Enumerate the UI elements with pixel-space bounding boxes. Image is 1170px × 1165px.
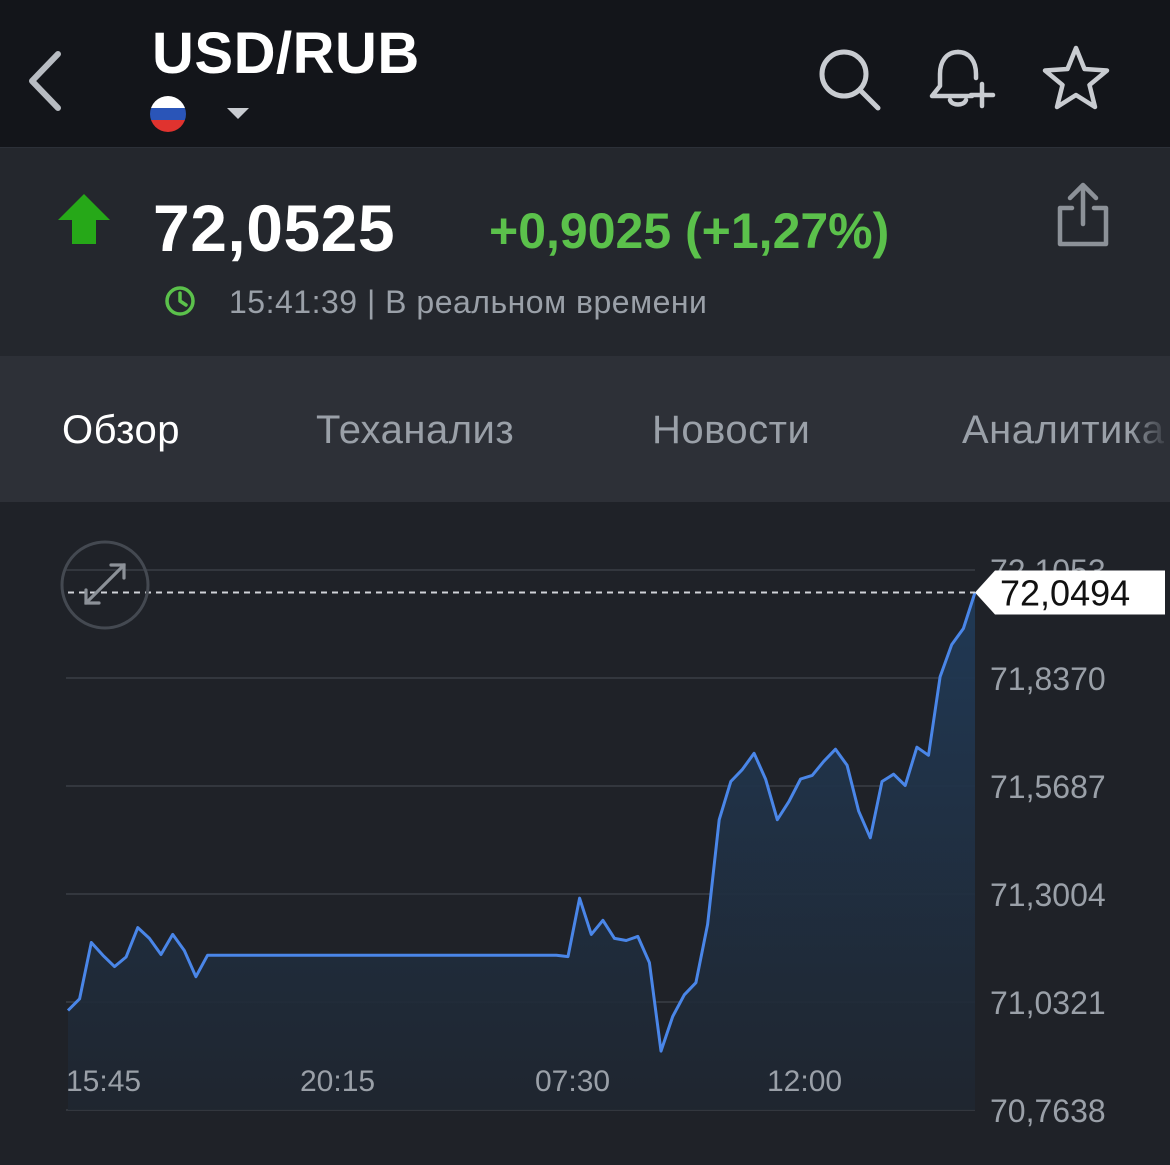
page-title: USD/RUB [152, 21, 420, 86]
clock-icon [165, 286, 195, 316]
tab-fade-overlay [1130, 356, 1170, 502]
star-icon[interactable] [1040, 42, 1112, 114]
back-icon[interactable] [22, 46, 74, 116]
current-price: 72,0525 [153, 191, 396, 265]
app-header: USD/RUB [0, 0, 1170, 148]
price-change: +0,9025 (+1,27%) [489, 203, 890, 259]
arrow-up-icon [58, 194, 110, 244]
x-tick-label: 12:00 [767, 1065, 842, 1098]
chart-canvas: 72,105371,837071,568771,300471,032170,76… [60, 540, 1165, 1129]
quote-panel: 72,0525 +0,9025 (+1,27%) 15:41:39 | В ре… [0, 148, 1170, 356]
y-tick-label: 71,8370 [990, 661, 1106, 697]
bell-plus-icon[interactable] [924, 42, 996, 114]
y-tick-label: 71,3004 [990, 877, 1106, 913]
chart-area-fill [68, 592, 975, 1110]
share-icon[interactable] [1050, 178, 1116, 250]
tab-news[interactable]: Новости [652, 408, 810, 453]
chevron-down-icon[interactable] [225, 106, 251, 120]
price-chart[interactable]: 72,105371,837071,568771,300471,032170,76… [0, 502, 1170, 1165]
x-tick-label: 07:30 [535, 1065, 610, 1098]
current-price-label: 72,0494 [1000, 573, 1130, 614]
tab-technical-analysis[interactable]: Теханализ [316, 408, 514, 453]
quote-timestamp: 15:41:39 | В реальном времени [229, 284, 708, 320]
search-icon[interactable] [812, 42, 884, 114]
y-tick-label: 71,0321 [990, 985, 1106, 1021]
x-tick-label: 15:45 [66, 1065, 141, 1098]
tab-overview[interactable]: Обзор [62, 408, 180, 453]
russia-flag-icon [150, 96, 186, 132]
x-tick-label: 20:15 [300, 1065, 375, 1098]
tab-bar: Обзор Теханализ Новости Аналитика [0, 356, 1170, 502]
y-tick-label: 71,5687 [990, 769, 1106, 805]
expand-chart-button[interactable] [60, 540, 150, 630]
y-tick-label: 70,7638 [990, 1093, 1106, 1129]
